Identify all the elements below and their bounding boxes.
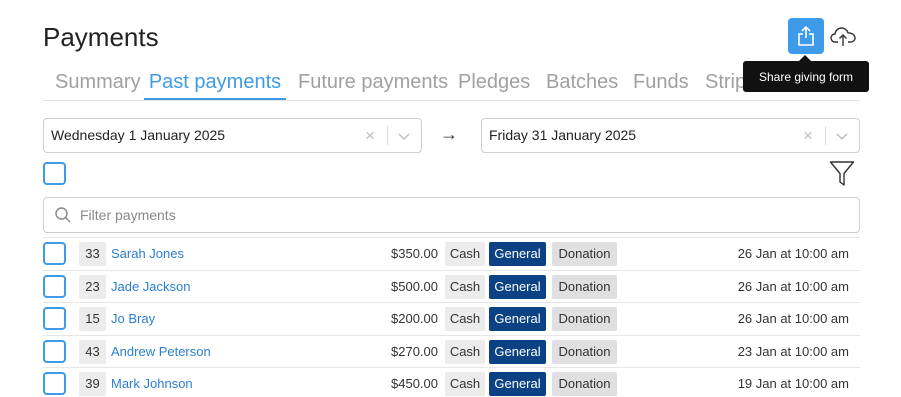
tab-pledges[interactable]: Pledges	[458, 64, 530, 100]
row-checkbox[interactable]	[43, 275, 66, 298]
payment-amount: $270.00	[391, 344, 438, 359]
payment-number: 15	[79, 307, 106, 331]
fund-badge: General	[489, 307, 546, 331]
payment-number: 33	[79, 242, 106, 266]
payer-name-link[interactable]: Jo Bray	[111, 303, 155, 335]
tab-past-payments[interactable]: Past payments	[144, 64, 286, 100]
start-date-value: Wednesday 1 January 2025	[51, 127, 226, 143]
payment-type-badge: Donation	[552, 340, 617, 364]
payer-name-link[interactable]: Mark Johnson	[111, 368, 193, 397]
share-giving-form-button[interactable]	[788, 18, 824, 54]
table-row: 33 Sarah Jones $350.00 Cash General Dona…	[43, 237, 860, 270]
payment-method-badge: Cash	[445, 307, 485, 331]
table-row: 15 Jo Bray $200.00 Cash General Donation…	[43, 302, 860, 335]
payment-date: 19 Jan at 10:00 am	[737, 376, 849, 391]
chevron-down-icon[interactable]	[834, 128, 850, 144]
payer-name-link[interactable]: Jade Jackson	[111, 271, 191, 303]
upload-button[interactable]	[829, 22, 857, 50]
payment-date: 26 Jan at 10:00 am	[737, 311, 849, 326]
payment-type-badge: Donation	[552, 242, 617, 266]
clear-end-date-icon[interactable]: ×	[800, 119, 816, 152]
chevron-down-icon[interactable]	[396, 128, 412, 144]
row-checkbox[interactable]	[43, 372, 66, 395]
tab-funds[interactable]: Funds	[633, 64, 689, 100]
page-title: Payments	[43, 22, 159, 52]
payment-date: 23 Jan at 10:00 am	[737, 344, 849, 359]
start-date-select[interactable]: Wednesday 1 January 2025 ×	[43, 118, 422, 153]
payment-amount: $350.00	[391, 246, 438, 261]
fund-badge: General	[489, 242, 546, 266]
filter-icon[interactable]	[829, 160, 855, 188]
table-row: 39 Mark Johnson $450.00 Cash General Don…	[43, 367, 860, 397]
payment-date: 26 Jan at 10:00 am	[737, 279, 849, 294]
table-row: 43 Andrew Peterson $270.00 Cash General …	[43, 335, 860, 368]
row-checkbox[interactable]	[43, 340, 66, 363]
tab-future-payments[interactable]: Future payments	[298, 64, 448, 100]
fund-badge: General	[489, 372, 546, 396]
payer-name-link[interactable]: Sarah Jones	[111, 238, 184, 270]
payment-number: 39	[79, 372, 106, 396]
payment-method-badge: Cash	[445, 275, 485, 299]
end-date-value: Friday 31 January 2025	[489, 127, 637, 143]
end-date-select[interactable]: Friday 31 January 2025 ×	[481, 118, 860, 153]
payer-name-link[interactable]: Andrew Peterson	[111, 336, 211, 368]
row-checkbox[interactable]	[43, 242, 66, 265]
share-icon	[798, 25, 814, 46]
payment-type-badge: Donation	[552, 372, 617, 396]
clear-start-date-icon[interactable]: ×	[362, 119, 378, 152]
cloud-upload-icon	[830, 27, 856, 46]
payment-method-badge: Cash	[445, 340, 485, 364]
payment-amount: $450.00	[391, 376, 438, 391]
search-icon	[55, 207, 71, 223]
payment-number: 23	[79, 275, 106, 299]
divider	[387, 126, 388, 145]
filter-payments-field[interactable]	[43, 197, 860, 233]
tab-summary[interactable]: Summary	[55, 64, 141, 100]
payment-amount: $200.00	[391, 311, 438, 326]
fund-badge: General	[489, 275, 546, 299]
date-range-arrow: →	[440, 124, 458, 144]
fund-badge: General	[489, 340, 546, 364]
payment-number: 43	[79, 340, 106, 364]
payment-method-badge: Cash	[445, 242, 485, 266]
payment-date: 26 Jan at 10:00 am	[737, 246, 849, 261]
select-all-checkbox[interactable]	[43, 162, 66, 185]
payment-type-badge: Donation	[552, 275, 617, 299]
payment-type-badge: Donation	[552, 307, 617, 331]
tab-bar: Summary Past payments Future payments Pl…	[43, 64, 860, 101]
row-checkbox[interactable]	[43, 307, 66, 330]
payment-amount: $500.00	[391, 279, 438, 294]
table-row: 23 Jade Jackson $500.00 Cash General Don…	[43, 270, 860, 303]
payment-method-badge: Cash	[445, 372, 485, 396]
filter-payments-input[interactable]	[80, 198, 840, 232]
tab-batches[interactable]: Batches	[546, 64, 618, 100]
share-tooltip: Share giving form	[743, 55, 869, 92]
divider	[825, 126, 826, 145]
